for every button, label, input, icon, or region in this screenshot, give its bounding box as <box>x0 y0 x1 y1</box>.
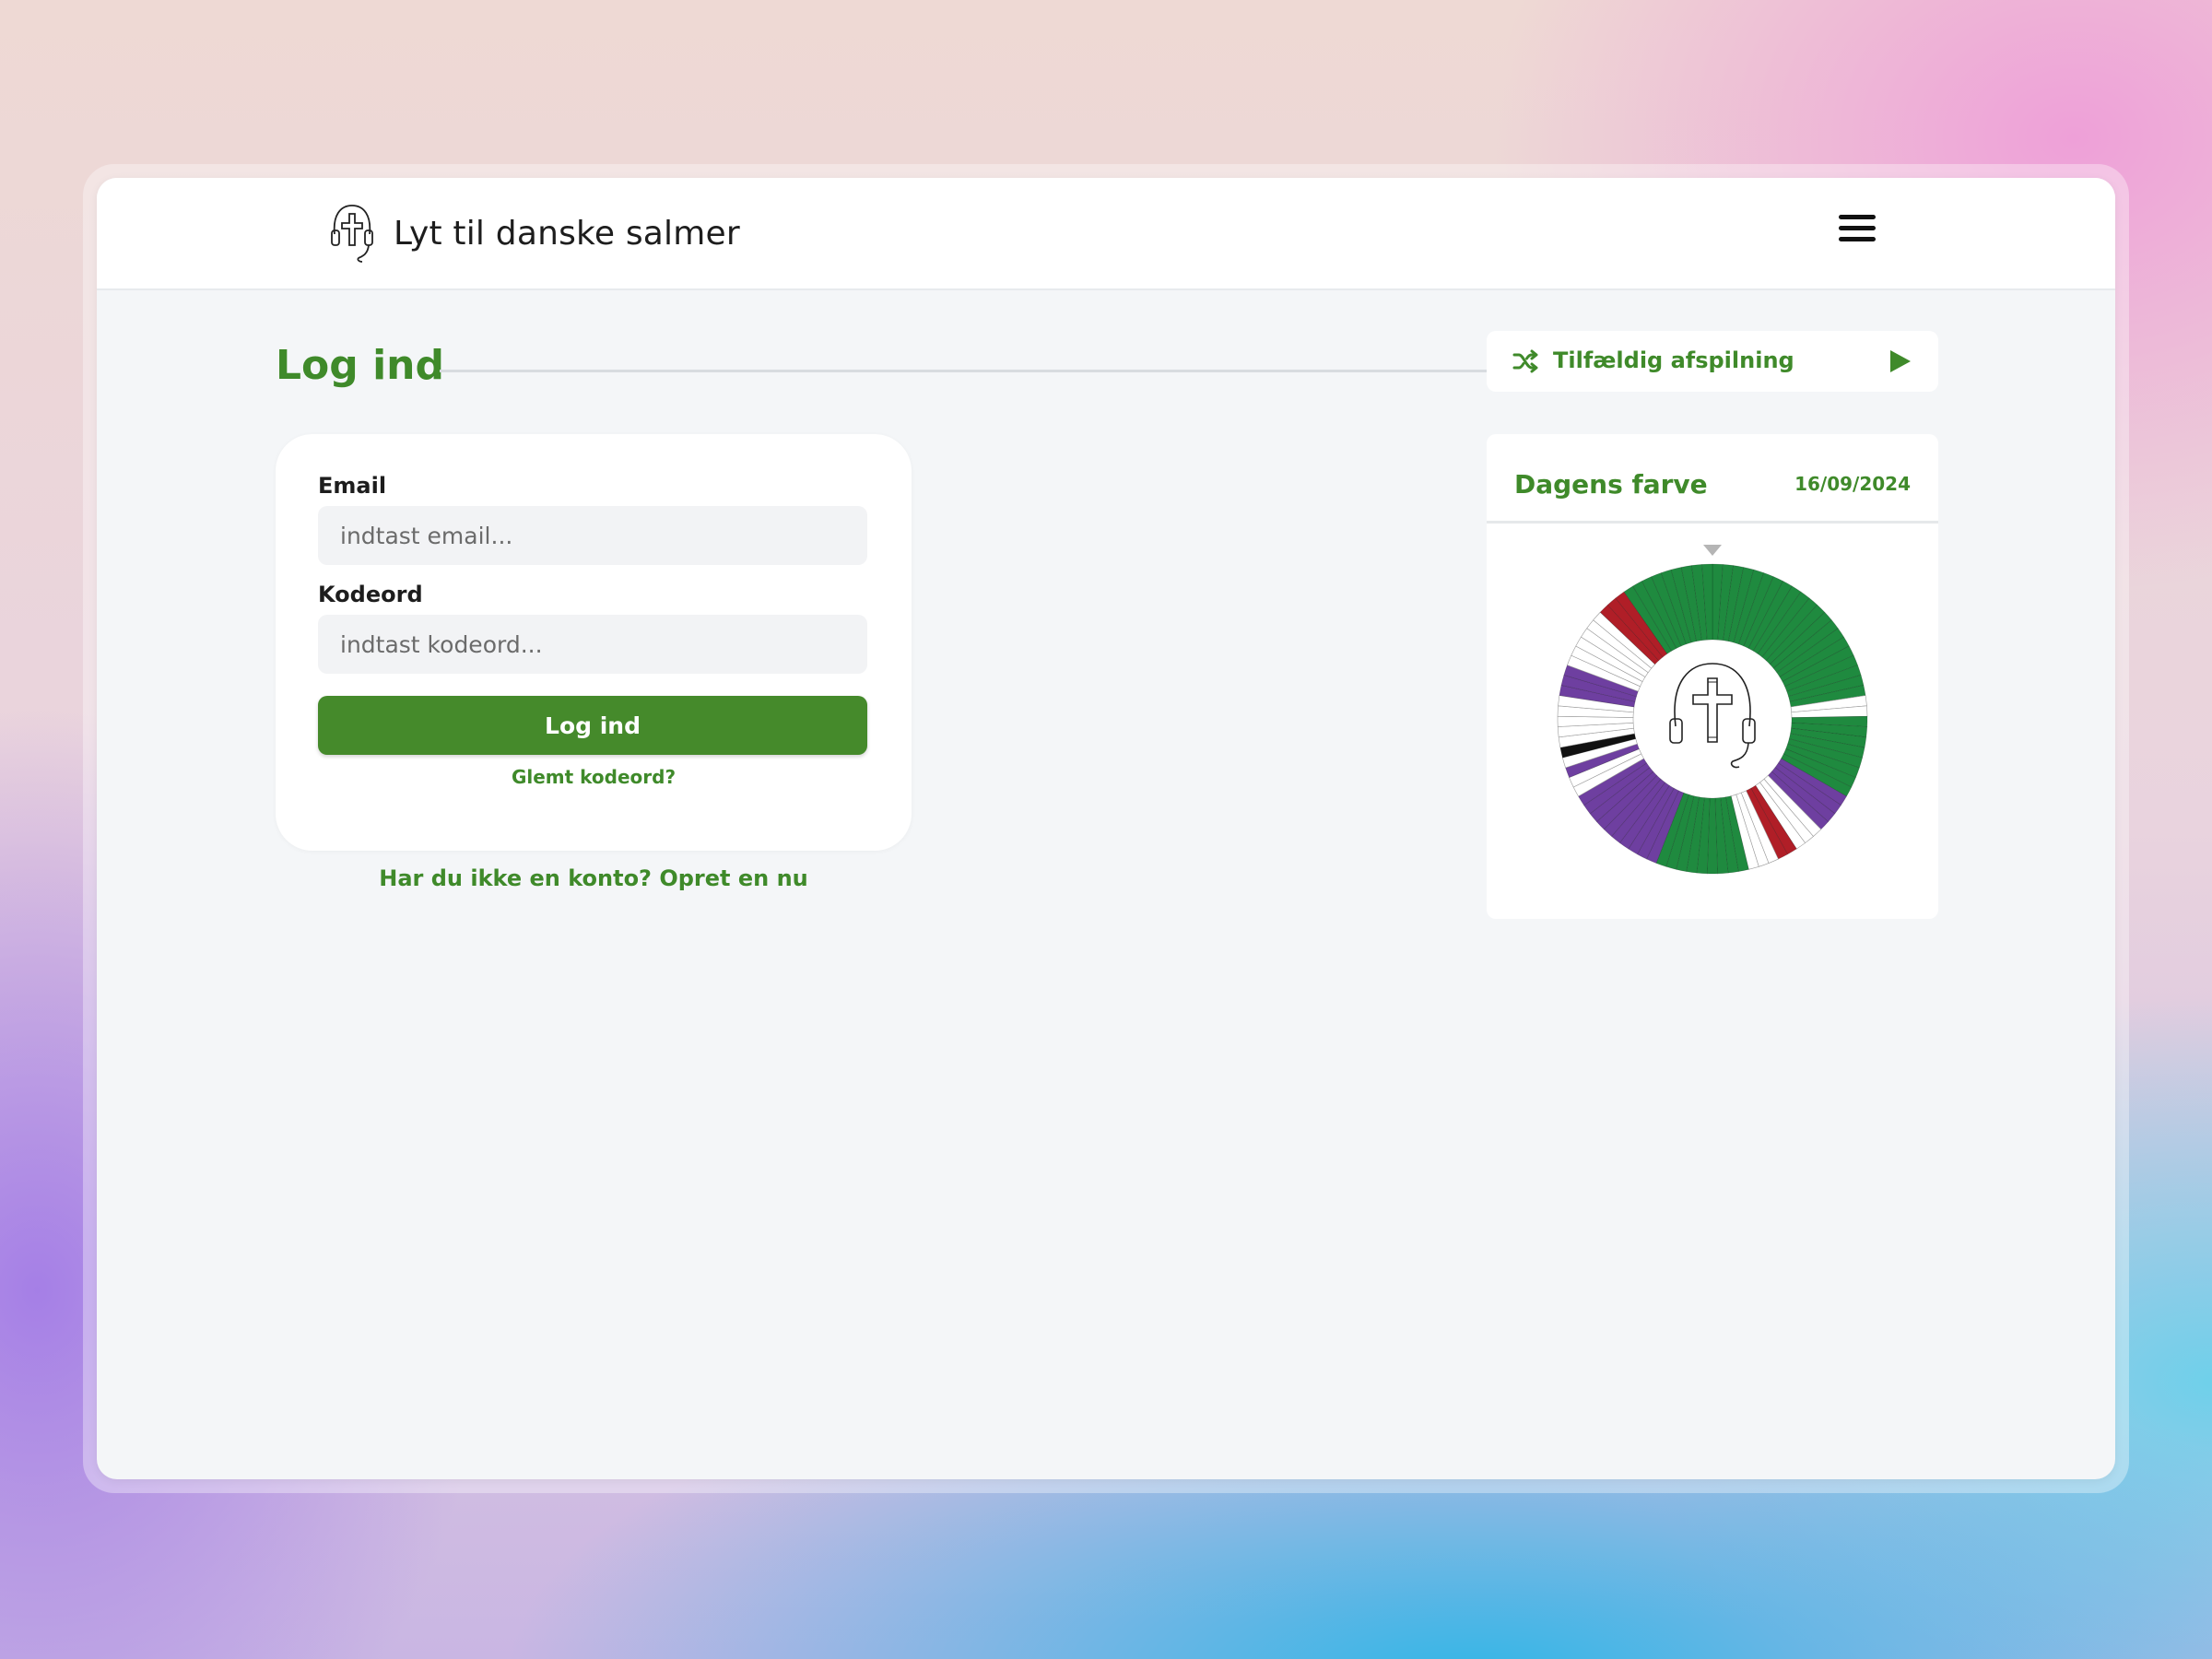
brand[interactable]: Lyt til danske salmer <box>329 203 740 264</box>
email-label: Email <box>318 473 387 499</box>
day-color-title: Dagens farve <box>1514 469 1708 500</box>
title-divider <box>440 370 1542 372</box>
app-window: Lyt til danske salmer Log ind Email Kode… <box>97 178 2115 1479</box>
cross-headphones-logo-icon <box>331 205 373 263</box>
top-bar: Lyt til danske salmer <box>97 178 2115 290</box>
liturgical-color-wheel[interactable] <box>1556 562 1869 876</box>
card-divider <box>1487 521 1938 524</box>
random-play-label: Tilfældig afspilning <box>1553 347 1794 373</box>
signup-link[interactable]: Har du ikke en konto? Opret en nu <box>276 865 912 891</box>
login-form: Email Kodeord Log ind Glemt kodeord? <box>276 434 912 851</box>
hamburger-menu-icon[interactable] <box>1839 215 1876 246</box>
login-button[interactable]: Log ind <box>318 696 867 755</box>
app-title: Lyt til danske salmer <box>394 214 740 253</box>
wheel-center <box>1635 641 1790 796</box>
day-color-card: Dagens farve 16/09/2024 <box>1487 434 1938 919</box>
password-field[interactable] <box>318 615 867 674</box>
play-icon[interactable] <box>1887 348 1912 374</box>
day-color-date: 16/09/2024 <box>1794 473 1911 495</box>
email-field[interactable] <box>318 506 867 565</box>
forgot-password-link[interactable]: Glemt kodeord? <box>276 766 912 788</box>
shuffle-icon <box>1512 349 1538 373</box>
password-label: Kodeord <box>318 582 423 607</box>
page-title: Log ind <box>276 342 444 389</box>
triangle-down-icon <box>1703 545 1722 556</box>
random-play-button[interactable]: Tilfældig afspilning <box>1487 331 1938 392</box>
